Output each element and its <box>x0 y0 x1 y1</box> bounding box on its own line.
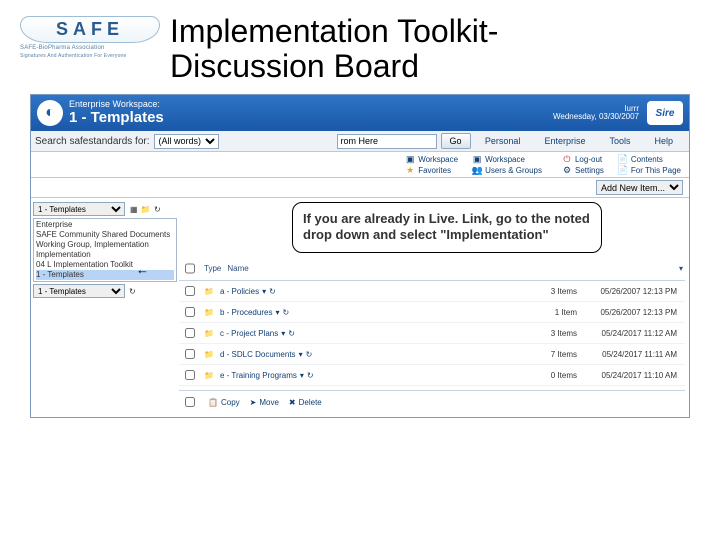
refresh-icon[interactable]: ↻ <box>307 371 314 380</box>
menu-help[interactable]: Help <box>642 134 685 148</box>
star-icon: ★ <box>405 165 415 175</box>
delete-icon: ✖ <box>289 398 296 407</box>
search-label: Search safestandards for: <box>35 136 150 147</box>
add-new-item-select[interactable]: Add New Item... <box>596 180 683 195</box>
list-row[interactable]: 📁 a - Policies ▾ ↻ 3 Items 05/26/2007 12… <box>179 281 685 302</box>
row-checkbox[interactable] <box>185 307 195 317</box>
users-icon: 👥 <box>472 165 482 175</box>
logo-text: SAFE <box>31 19 149 40</box>
fn-menu-icon[interactable]: ▾ <box>281 329 285 338</box>
move-button[interactable]: ➤Move <box>250 398 279 407</box>
workspace-icon: ▣ <box>472 154 482 164</box>
page-title: Implementation Toolkit- Discussion Board <box>170 14 498 84</box>
current-date: Wednesday, 03/30/2007 <box>553 113 639 122</box>
search-scope-select[interactable]: (All words) <box>154 134 219 149</box>
fn-menu-icon[interactable]: ▾ <box>300 371 304 380</box>
workspace-icon: ▣ <box>405 154 415 164</box>
instruction-callout: If you are already in Live. Link, go to … <box>292 202 602 253</box>
gear-icon: ⚙ <box>562 165 572 175</box>
menu-tools[interactable]: Tools <box>597 134 642 148</box>
fn-menu-icon[interactable]: ▾ <box>299 350 303 359</box>
row-checkbox[interactable] <box>185 286 195 296</box>
col-name[interactable]: Name <box>227 264 248 273</box>
tree-item-selected[interactable]: 1 - Templates <box>36 270 174 280</box>
sidebar-top-select[interactable]: 1 - Templates <box>33 202 125 216</box>
row-checkbox[interactable] <box>185 328 195 338</box>
link-users-groups[interactable]: 👥Users & Groups <box>472 165 542 175</box>
menu-enterprise[interactable]: Enterprise <box>532 134 597 148</box>
search-go-button[interactable]: Go <box>441 133 471 149</box>
copy-icon: 📋 <box>208 398 218 407</box>
folder-icon: 📁 <box>204 371 214 380</box>
top-menu: Personal Enterprise Tools Help <box>473 134 685 148</box>
doc-icon: 📄 <box>618 165 628 175</box>
fn-menu-icon[interactable]: ▾ <box>262 287 266 296</box>
list-row[interactable]: 📁 c - Project Plans ▾ ↻ 3 Items 05/24/20… <box>179 323 685 344</box>
row-checkbox[interactable] <box>185 349 195 359</box>
refresh-icon[interactable]: ↻ <box>269 287 276 296</box>
refresh-icon[interactable]: ↻ <box>154 205 161 214</box>
tree-item[interactable]: Implementation <box>36 250 174 260</box>
link-workspace-personal[interactable]: ▣Workspace <box>405 154 458 164</box>
list-row[interactable]: 📁 e - Training Programs ▾ ↻ 0 Items 05/2… <box>179 365 685 386</box>
sidebar-bottom-select[interactable]: 1 - Templates <box>33 284 125 298</box>
list-header: Type Name ▾ <box>179 257 685 281</box>
doc-icon: 📄 <box>618 154 628 164</box>
row-checkbox[interactable] <box>185 370 195 380</box>
logout-icon: ⏻ <box>562 154 572 164</box>
link-favorites[interactable]: ★Favorites <box>405 165 458 175</box>
list-row[interactable]: 📁 d - SDLC Documents ▾ ↻ 7 Items 05/24/2… <box>179 344 685 365</box>
folder-icon: 📁 <box>204 308 214 317</box>
product-logo: Sire <box>647 101 683 125</box>
tree-item[interactable]: Working Group, Implementation <box>36 240 174 250</box>
nav-tree[interactable]: Enterprise SAFE Community Shared Documen… <box>33 218 177 282</box>
safe-logo: SAFE SAFE-BioPharma Association Signatur… <box>20 16 160 59</box>
menu-personal[interactable]: Personal <box>473 134 533 148</box>
nav-icon[interactable]: ▦ <box>130 205 138 214</box>
list-row[interactable]: 📁 b - Procedures ▾ ↻ 1 Item 05/26/2007 1… <box>179 302 685 323</box>
link-logout[interactable]: ⏻Log-out <box>562 154 604 164</box>
link-settings[interactable]: ⚙Settings <box>562 165 604 175</box>
select-all-checkbox[interactable] <box>185 262 195 275</box>
refresh-icon[interactable]: ↻ <box>288 329 295 338</box>
action-bar: 📋Copy ➤Move ✖Delete <box>179 390 685 413</box>
col-type[interactable]: Type <box>204 264 221 273</box>
folder-icon[interactable]: 📁 <box>141 205 151 214</box>
link-for-this-page[interactable]: 📄For This Page <box>618 165 681 175</box>
refresh-icon[interactable]: ↻ <box>306 350 313 359</box>
app-banner: ◐ Enterprise Workspace: 1 - Templates lu… <box>31 95 689 131</box>
link-workspace-ent[interactable]: ▣Workspace <box>472 154 542 164</box>
folder-icon: 📁 <box>204 350 214 359</box>
tree-item[interactable]: 04 L Implementation Toolkit <box>36 260 174 270</box>
link-contents[interactable]: 📄Contents <box>618 154 681 164</box>
app-logo-icon: ◐ <box>37 100 63 126</box>
pointer-arrow-icon: ← <box>136 262 149 278</box>
copy-button[interactable]: 📋Copy <box>208 398 240 407</box>
tree-item[interactable]: SAFE Community Shared Documents <box>36 230 174 240</box>
search-input[interactable] <box>337 134 437 149</box>
move-icon: ➤ <box>250 398 257 407</box>
fn-menu-icon[interactable]: ▾ <box>275 308 279 317</box>
workspace-title: 1 - Templates <box>69 110 164 127</box>
select-all-bottom[interactable] <box>185 397 195 407</box>
delete-button[interactable]: ✖Delete <box>289 398 322 407</box>
logo-tagline: Signatures And Authentication For Everyo… <box>20 53 160 59</box>
logo-subtitle: SAFE-BioPharma Association <box>20 45 160 51</box>
folder-icon: 📁 <box>204 287 214 296</box>
app-window: ◐ Enterprise Workspace: 1 - Templates lu… <box>30 94 690 418</box>
refresh-icon[interactable]: ↻ <box>282 308 289 317</box>
sidebar: 1 - Templates ▦ 📁 ↻ Enterprise SAFE Comm… <box>31 198 179 417</box>
tree-item[interactable]: Enterprise <box>36 220 174 230</box>
refresh-icon[interactable]: ↻ <box>129 287 136 296</box>
folder-icon: 📁 <box>204 329 214 338</box>
